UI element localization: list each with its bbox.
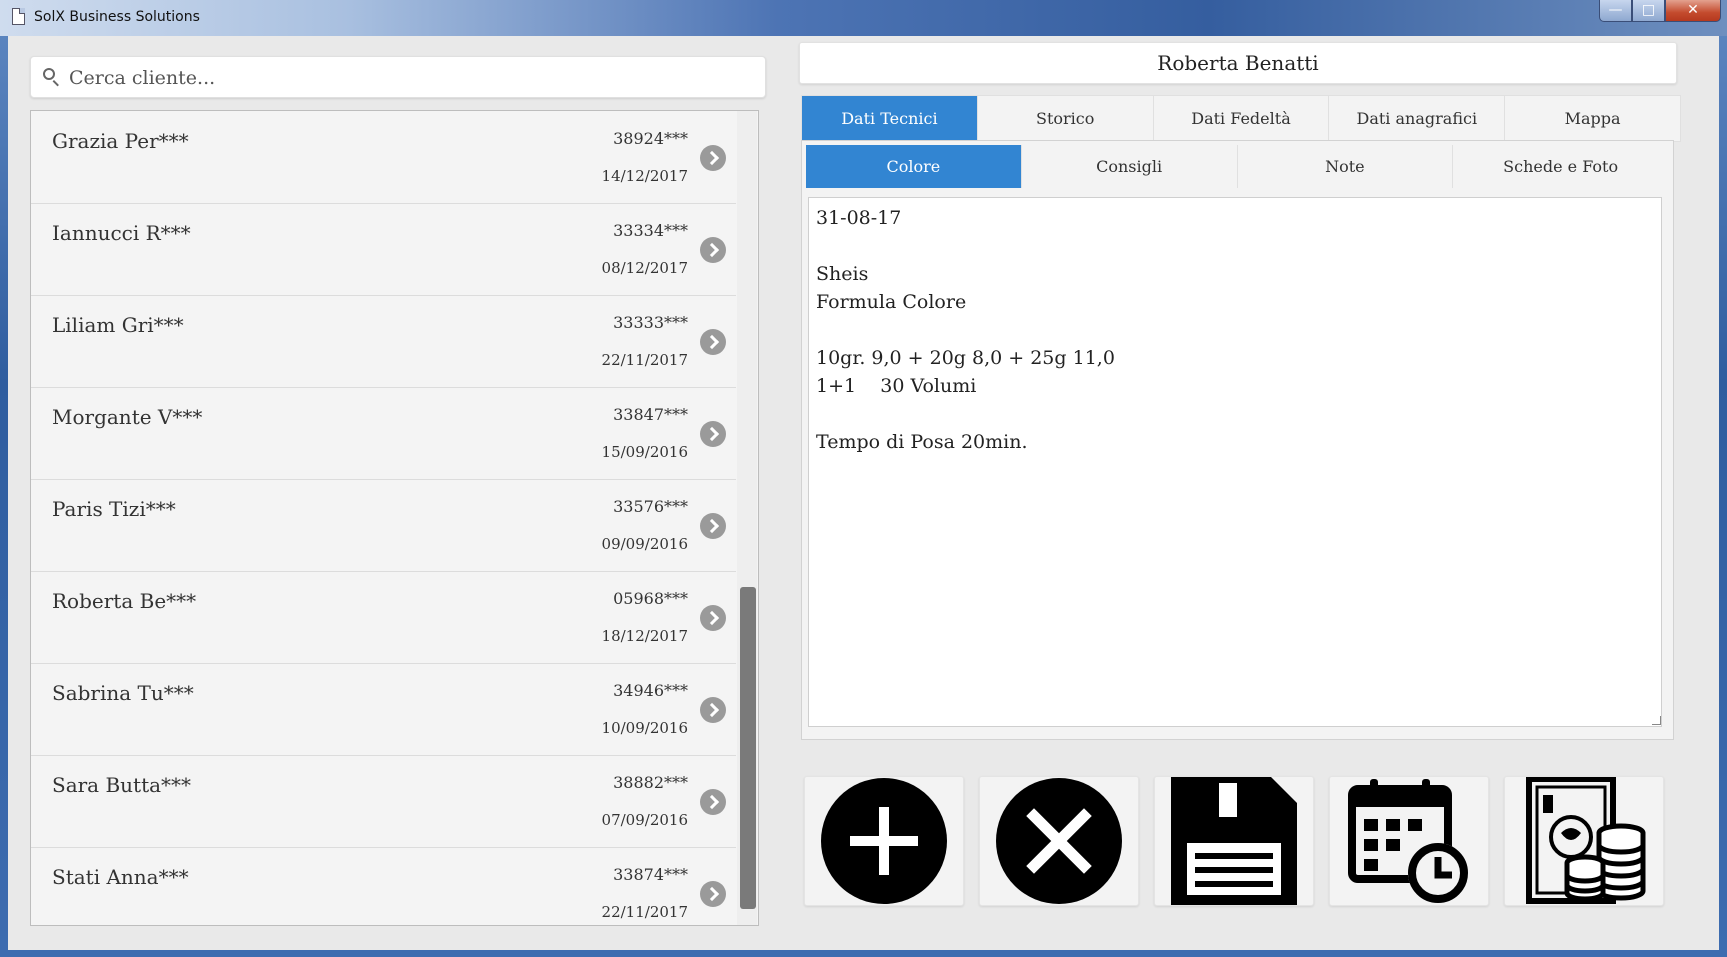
save-button[interactable] bbox=[1154, 776, 1314, 906]
client-date: 14/12/2017 bbox=[601, 167, 688, 185]
client-date: 22/11/2017 bbox=[601, 351, 688, 369]
x-circle-icon bbox=[996, 778, 1122, 904]
floppy-disk-icon bbox=[1171, 777, 1297, 905]
chevron-right-icon[interactable] bbox=[700, 421, 726, 447]
cancel-button[interactable] bbox=[979, 776, 1139, 906]
subtab-schede-e-foto[interactable]: Schede e Foto bbox=[1453, 145, 1668, 188]
add-button[interactable] bbox=[804, 776, 964, 906]
tab-dati-fedelta[interactable]: Dati Fedeltà bbox=[1154, 96, 1330, 141]
client-phone: 38882*** bbox=[613, 773, 688, 792]
client-date: 08/12/2017 bbox=[601, 259, 688, 277]
chevron-right-icon[interactable] bbox=[700, 513, 726, 539]
client-row[interactable]: Liliam Gri*** 33333*** 22/11/2017 bbox=[31, 295, 736, 388]
search-box[interactable] bbox=[30, 56, 766, 99]
window-title: SolX Business Solutions bbox=[34, 9, 200, 25]
client-phone: 33334*** bbox=[613, 221, 688, 240]
subtab-note[interactable]: Note bbox=[1238, 145, 1454, 188]
title-bar[interactable]: SolX Business Solutions — □ ✕ bbox=[0, 0, 1727, 36]
tab-dati-anagrafici[interactable]: Dati anagrafici bbox=[1329, 96, 1506, 141]
chevron-right-icon[interactable] bbox=[700, 237, 726, 263]
client-name: Roberta Be*** bbox=[52, 589, 197, 613]
chevron-right-icon[interactable] bbox=[700, 697, 726, 723]
tab-mappa[interactable]: Mappa bbox=[1505, 96, 1680, 141]
appointment-button[interactable] bbox=[1329, 776, 1489, 906]
client-row[interactable]: Stati Anna*** 33874*** 22/11/2017 bbox=[31, 847, 736, 925]
app-document-icon bbox=[12, 8, 25, 25]
client-phone: 33576*** bbox=[613, 497, 688, 516]
search-input[interactable] bbox=[67, 57, 761, 99]
client-phone: 33333*** bbox=[613, 313, 688, 332]
plus-circle-icon bbox=[821, 778, 947, 904]
client-phone: 38924*** bbox=[613, 129, 688, 148]
client-row[interactable]: Iannucci R*** 33334*** 08/12/2017 bbox=[31, 203, 736, 296]
resize-grip-icon[interactable] bbox=[1652, 716, 1661, 725]
minimize-button[interactable]: — bbox=[1599, 0, 1632, 22]
client-phone: 33847*** bbox=[613, 405, 688, 424]
client-list[interactable]: Grazia Per*** 38924*** 14/12/2017 Iannuc… bbox=[30, 110, 759, 926]
subtab-consigli[interactable]: Consigli bbox=[1022, 145, 1238, 188]
main-tabs: Dati Tecnici Storico Dati Fedeltà Dati a… bbox=[801, 95, 1681, 142]
chevron-right-icon[interactable] bbox=[700, 145, 726, 171]
client-phone: 05968*** bbox=[613, 589, 688, 608]
chevron-right-icon[interactable] bbox=[700, 881, 726, 907]
money-coins-icon bbox=[1526, 777, 1646, 904]
client-row[interactable]: Morgante V*** 33847*** 15/09/2016 bbox=[31, 387, 736, 480]
client-name: Iannucci R*** bbox=[52, 221, 191, 245]
color-notes-textarea[interactable]: 31-08-17 Sheis Formula Colore 10gr. 9,0 … bbox=[808, 197, 1662, 727]
chevron-right-icon[interactable] bbox=[700, 789, 726, 815]
client-date: 07/09/2016 bbox=[601, 811, 688, 829]
client-name: Paris Tizi*** bbox=[52, 497, 176, 521]
client-date: 15/09/2016 bbox=[601, 443, 688, 461]
sub-tabs: Colore Consigli Note Schede e Foto bbox=[806, 145, 1668, 188]
app-window: SolX Business Solutions — □ ✕ Grazia Per… bbox=[0, 0, 1727, 957]
calendar-clock-icon bbox=[1348, 779, 1468, 903]
client-name: Sara Butta*** bbox=[52, 773, 192, 797]
client-row[interactable]: Grazia Per*** 38924*** 14/12/2017 bbox=[31, 111, 736, 204]
client-name: Stati Anna*** bbox=[52, 865, 189, 889]
client-area: Grazia Per*** 38924*** 14/12/2017 Iannuc… bbox=[8, 36, 1719, 950]
client-row[interactable]: Roberta Be*** 05968*** 18/12/2017 bbox=[31, 571, 736, 664]
chevron-right-icon[interactable] bbox=[700, 329, 726, 355]
client-name: Grazia Per*** bbox=[52, 129, 189, 153]
list-scrollbar[interactable] bbox=[737, 111, 757, 925]
tab-storico[interactable]: Storico bbox=[978, 96, 1154, 141]
tab-panel: Colore Consigli Note Schede e Foto 31-08… bbox=[801, 140, 1674, 740]
client-date: 09/09/2016 bbox=[601, 535, 688, 553]
close-button[interactable]: ✕ bbox=[1665, 0, 1721, 22]
customer-name: Roberta Benatti bbox=[799, 42, 1677, 84]
client-phone: 33874*** bbox=[613, 865, 688, 884]
client-name: Liliam Gri*** bbox=[52, 313, 184, 337]
maximize-button[interactable]: □ bbox=[1632, 0, 1665, 22]
chevron-right-icon[interactable] bbox=[700, 605, 726, 631]
client-phone: 34946*** bbox=[613, 681, 688, 700]
search-icon bbox=[43, 68, 55, 80]
client-date: 18/12/2017 bbox=[601, 627, 688, 645]
payment-button[interactable] bbox=[1504, 776, 1664, 906]
client-name: Sabrina Tu*** bbox=[52, 681, 194, 705]
client-name: Morgante V*** bbox=[52, 405, 203, 429]
client-date: 22/11/2017 bbox=[601, 903, 688, 921]
client-row[interactable]: Sara Butta*** 38882*** 07/09/2016 bbox=[31, 755, 736, 848]
scrollbar-thumb[interactable] bbox=[740, 587, 756, 909]
subtab-colore[interactable]: Colore bbox=[806, 145, 1022, 188]
client-row[interactable]: Sabrina Tu*** 34946*** 10/09/2016 bbox=[31, 663, 736, 756]
client-date: 10/09/2016 bbox=[601, 719, 688, 737]
client-row[interactable]: Paris Tizi*** 33576*** 09/09/2016 bbox=[31, 479, 736, 572]
tab-dati-tecnici[interactable]: Dati Tecnici bbox=[802, 96, 978, 141]
